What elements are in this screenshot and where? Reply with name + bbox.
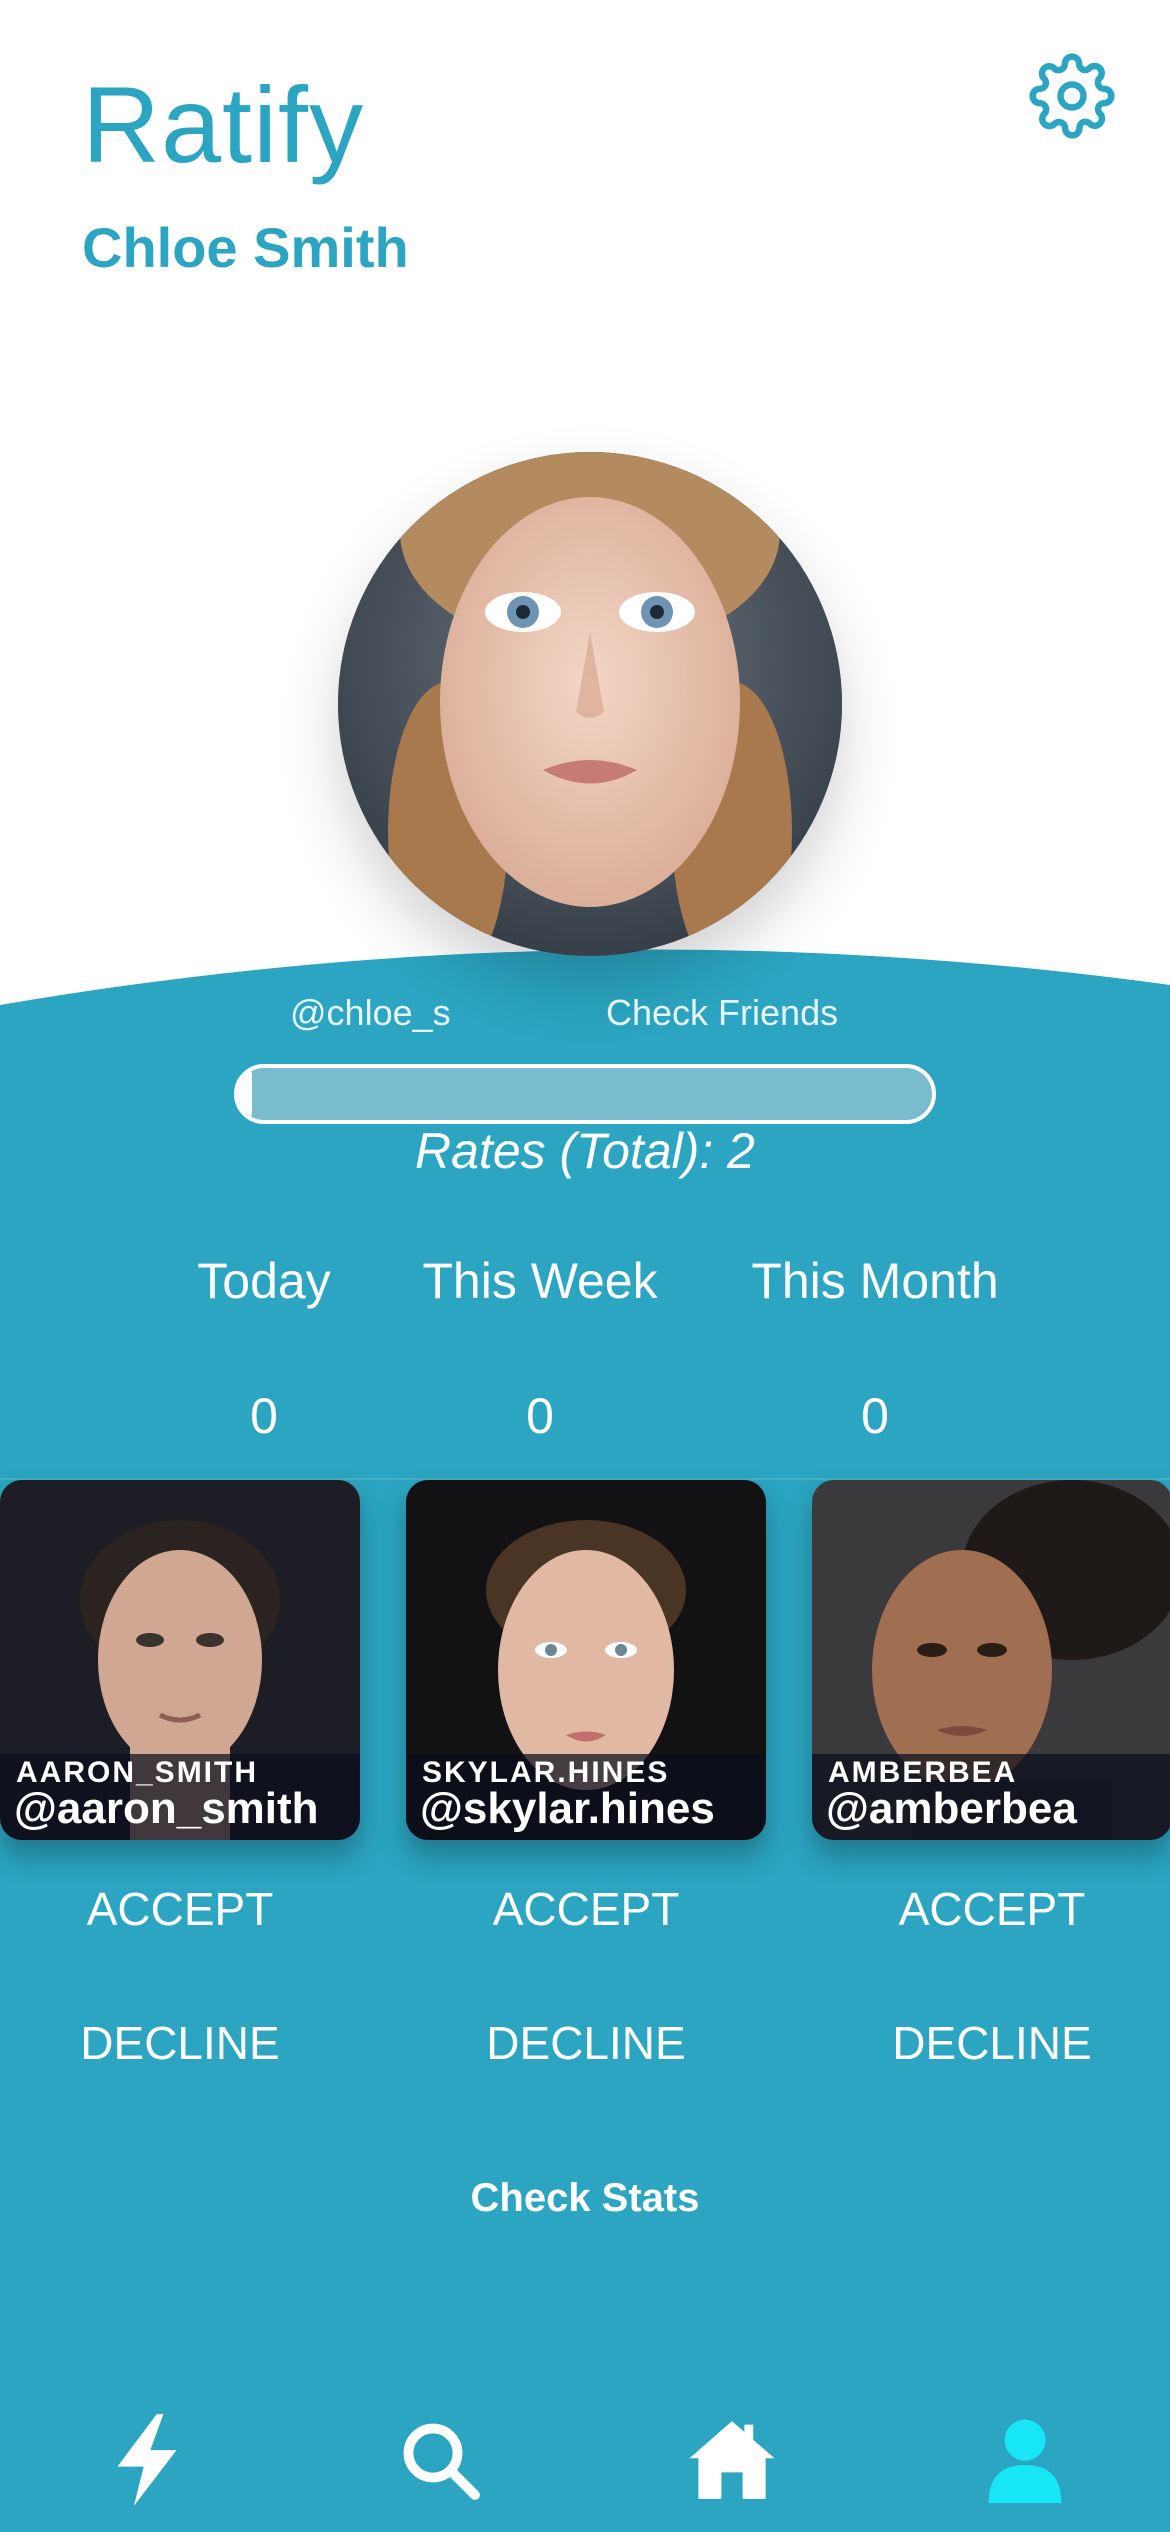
rates-progress-bar bbox=[234, 1064, 936, 1124]
profile-avatar[interactable] bbox=[338, 452, 842, 956]
accept-button[interactable]: ACCEPT bbox=[812, 1882, 1170, 1936]
friend-request-card[interactable]: AARON_SMITH @aaron_smith bbox=[0, 1480, 360, 1840]
period-label-today: Today bbox=[197, 1253, 331, 1309]
period-label-week: This Week bbox=[422, 1253, 658, 1309]
user-handle: @chloe_s bbox=[290, 992, 451, 1033]
period-label-month: This Month bbox=[751, 1253, 999, 1309]
decline-button[interactable]: DECLINE bbox=[0, 2016, 360, 2070]
check-friends-link[interactable]: Check Friends bbox=[606, 992, 838, 1034]
user-name: Chloe Smith bbox=[82, 216, 409, 279]
lightning-icon bbox=[117, 2414, 177, 2506]
profile-screen: Ratify Chloe Smith @chloe_s Check Friend… bbox=[0, 0, 1170, 2532]
request-handle: @amberbea bbox=[826, 1784, 1077, 1833]
nav-item-activity[interactable] bbox=[92, 2405, 202, 2515]
app-title: Ratify bbox=[82, 64, 365, 185]
accept-button[interactable]: ACCEPT bbox=[0, 1882, 360, 1936]
rates-progress-fill bbox=[238, 1068, 252, 1120]
decline-button[interactable]: DECLINE bbox=[406, 2016, 766, 2070]
decline-button[interactable]: DECLINE bbox=[812, 2016, 1170, 2070]
rates-total-label: Rates (Total): 2 bbox=[415, 1123, 755, 1179]
friend-request-card[interactable]: SKYLAR.HINES @skylar.hines bbox=[406, 1480, 766, 1840]
period-value-month: 0 bbox=[861, 1388, 889, 1444]
avatar-photo bbox=[338, 452, 842, 956]
nav-item-search[interactable] bbox=[385, 2405, 495, 2515]
profile-icon bbox=[988, 2419, 1062, 2503]
check-stats-button[interactable]: Check Stats bbox=[0, 2176, 1170, 2221]
request-handle: @skylar.hines bbox=[420, 1784, 715, 1833]
friend-request-card[interactable]: AMBERBEA @amberbea bbox=[812, 1480, 1170, 1840]
nav-item-profile[interactable] bbox=[970, 2405, 1080, 2515]
accept-button[interactable]: ACCEPT bbox=[406, 1882, 766, 1936]
request-handle: @aaron_smith bbox=[14, 1784, 319, 1833]
period-value-week: 0 bbox=[526, 1388, 554, 1444]
search-icon bbox=[403, 2423, 480, 2500]
home-icon bbox=[689, 2421, 775, 2499]
gear-icon bbox=[1029, 53, 1115, 139]
settings-button[interactable] bbox=[1024, 48, 1120, 144]
nav-item-home[interactable] bbox=[677, 2405, 787, 2515]
period-value-today: 0 bbox=[250, 1388, 278, 1444]
